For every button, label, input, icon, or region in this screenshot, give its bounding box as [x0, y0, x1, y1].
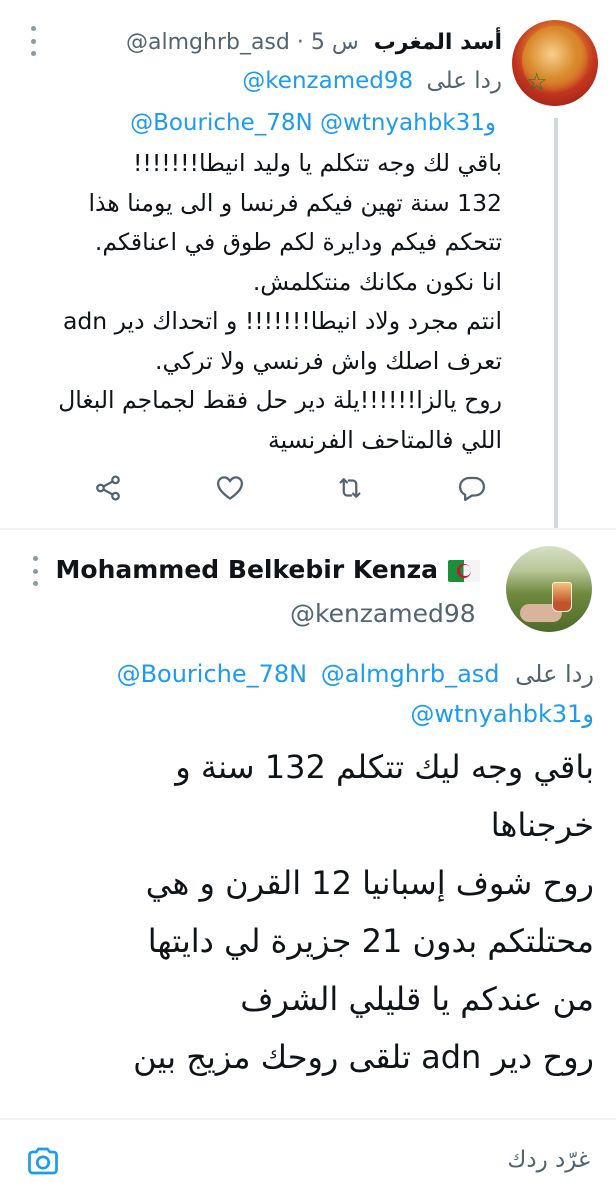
like-button[interactable] [210, 468, 250, 508]
replying-prefix: ردا على [426, 68, 502, 94]
mention-link[interactable]: @Bouriche_78N [130, 110, 313, 136]
tweet-text-line: تعرف اصلك واش فرنسي ولا تركي. [155, 346, 502, 375]
more-options-icon[interactable] [24, 26, 42, 56]
tweet-text: باقي لك وجه تتكلم يا وليد انيطا!!!!!!! 1… [58, 144, 502, 460]
replying-prefix: ردا على [515, 660, 594, 688]
tweet-text-line: خرجناها [490, 806, 594, 844]
mention-link[interactable]: @wtnyahbk31 [320, 110, 485, 136]
retweet-button[interactable] [330, 468, 370, 508]
author-name[interactable]: أسد المغرب [374, 30, 502, 55]
replying-and: و [582, 700, 594, 728]
tweet-text-line: 132 سنة تهين فيكم فرنسا و الى يومنا هذا [88, 188, 502, 217]
algeria-flag-icon [448, 560, 480, 582]
replying-and: و [484, 110, 496, 136]
tweet-text-line: روح شوف إسبانيا 12 القرن و هي [145, 864, 594, 902]
mention-link[interactable]: @wtnyahbk31 [410, 700, 582, 728]
tweet-text-line: باقي وجه ليك تتكلم 132 سنة و [175, 748, 594, 786]
replying-to-line-2: @Bouriche_78N و@wtnyahbk31 [130, 106, 502, 140]
author-name[interactable]: Mohammed Belkebir Kenza [56, 552, 438, 588]
tweet-text-line: انا نكون مكانك منتكلمش. [252, 267, 502, 296]
mention-link[interactable]: @kenzamed98 [242, 68, 413, 94]
heart-icon [217, 476, 243, 500]
tweet-thread-screen: ☆ أسد المغرب @almghrb_asd · 5 س ردا على … [0, 0, 616, 1200]
replying-to-line: ردا على @Bouriche_78N @almghrb_asd [117, 656, 594, 692]
reply-icon [459, 476, 485, 501]
mention-link[interactable]: @almghrb_asd [321, 660, 500, 688]
retweet-icon [339, 478, 361, 498]
tweet-text-line: تتحكم فيكم ودايرة لكم طوق في اعناقكم. [94, 228, 502, 256]
tweet-actions [80, 468, 500, 508]
reply-input[interactable] [170, 1142, 590, 1178]
tweet-header: أسد المغرب @almghrb_asd · 5 س [126, 26, 502, 60]
tweet-divider [0, 528, 616, 530]
tweet-text-line: باقي لك وجه تتكلم يا وليد انيطا!!!!!!! [133, 149, 502, 177]
more-options-icon[interactable] [26, 556, 44, 586]
replying-to-line-2: و@wtnyahbk31 [410, 696, 594, 732]
reply-compose-bar [0, 1120, 616, 1200]
thread-connector-line [554, 118, 558, 528]
author-handle[interactable]: @kenzamed98 [290, 596, 476, 632]
avatar[interactable] [506, 546, 592, 632]
camera-button[interactable] [22, 1140, 64, 1182]
share-icon [96, 475, 120, 501]
tweet-text-line: روح يالزا!!!!!!يلة دير حل فقط لجماجم الب… [58, 386, 502, 414]
tweet-text-line: اللي فالمتاحف الفرنسية [268, 425, 502, 454]
tweet-text: باقي وجه ليك تتكلم 132 سنة و خرجناها روح… [14, 738, 594, 1086]
camera-icon [28, 1147, 58, 1175]
tweet-text-line: روح دير adn تلقى روحك مزيج بين [133, 1038, 594, 1076]
tweet-text-line: من عندكم يا قليلي الشرف [240, 980, 594, 1018]
replying-to-line: ردا على @kenzamed98 [242, 64, 502, 98]
tweet-text-line: محتلتكم بدون 21 جزيرة لي دايتها [147, 922, 594, 960]
share-button[interactable] [88, 468, 128, 508]
avatar[interactable]: ☆ [512, 20, 598, 106]
mention-link[interactable]: @Bouriche_78N [117, 660, 308, 688]
tweet-text-line: انتم مجرد ولاد انيطا!!!!!!! و اتحداك دير… [62, 307, 502, 335]
moroccan-star-icon: ☆ [526, 68, 548, 96]
reply-button[interactable] [452, 468, 492, 508]
tweet-reply[interactable]: ☆ أسد المغرب @almghrb_asd · 5 س ردا على … [0, 0, 616, 528]
author-handle-time[interactable]: @almghrb_asd · 5 س [126, 30, 359, 55]
tea-glass-art [552, 582, 572, 612]
